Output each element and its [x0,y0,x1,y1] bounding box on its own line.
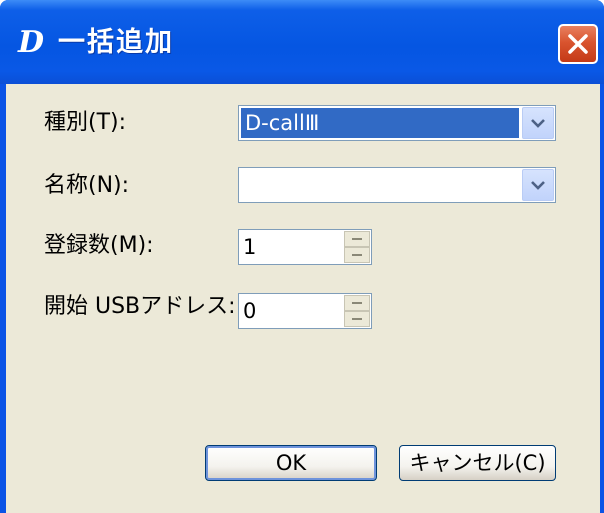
chevron-down-icon [531,181,545,190]
ok-button[interactable]: OK [205,445,377,481]
window-title: 一括追加 [58,27,174,58]
title-bar[interactable]: D 一括追加 [0,0,604,84]
chevron-down-icon [531,119,545,128]
usb-address-label: 開始 USBアドレス: [44,294,236,319]
usb-address-spinner[interactable]: 0 [238,293,372,329]
close-button[interactable] [558,24,598,64]
name-dropdown[interactable] [238,167,556,203]
name-dropdown-arrow[interactable] [522,169,554,201]
usb-address-spin-up-button[interactable] [344,295,370,311]
count-spinner[interactable]: 1 [238,229,372,265]
usb-address-input[interactable]: 0 [243,296,341,326]
ok-button-label: OK [275,451,307,475]
cancel-button[interactable]: キャンセル(C) [399,445,556,481]
close-icon [568,34,588,54]
name-dropdown-value [241,170,519,200]
type-label: 種別(T): [44,110,127,135]
count-spin-down-button[interactable] [344,247,370,263]
type-dropdown-arrow[interactable] [522,107,554,139]
app-d-logo-icon: D [14,26,48,60]
type-dropdown[interactable]: D-callⅢ [238,105,556,141]
cancel-button-label: キャンセル(C) [409,451,546,475]
count-label: 登録数(M): [44,233,154,258]
dialog-client-area: 種別(T): D-callⅢ 名称(N): 登録数(M): 1 開始 USBアド… [6,84,600,513]
count-spin-up-button[interactable] [344,231,370,247]
name-label: 名称(N): [44,173,130,198]
type-dropdown-value: D-callⅢ [241,108,519,138]
usb-address-spin-down-button[interactable] [344,311,370,327]
dialog-window: D 一括追加 種別(T): D-callⅢ 名称(N): 登録数(M): 1 開… [0,0,604,513]
count-input[interactable]: 1 [243,232,341,262]
